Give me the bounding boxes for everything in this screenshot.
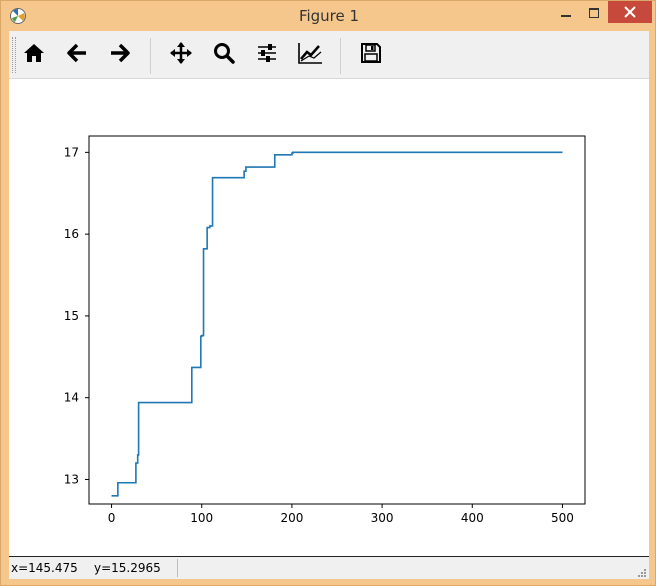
zoom-button[interactable]	[208, 39, 240, 71]
arrow-right-icon	[108, 41, 132, 69]
y-tick-label: 14	[64, 391, 79, 405]
line-chart-icon	[297, 41, 323, 69]
figure-client-area: 0 100 200 300 400 500 13 14 15 16 17 x=145.475 y=1…	[9, 31, 649, 579]
magnifier-icon	[212, 41, 236, 69]
home-icon	[22, 41, 46, 69]
configure-subplots-button[interactable]	[251, 39, 283, 71]
y-tick-label: 17	[64, 145, 79, 159]
forward-button[interactable]	[104, 39, 136, 71]
maximize-icon	[589, 3, 599, 22]
y-tick-label: 15	[64, 309, 79, 323]
y-tick-label: 13	[64, 472, 79, 486]
y-tick-label: 16	[64, 227, 79, 241]
save-button[interactable]	[355, 39, 387, 71]
status-divider	[177, 559, 178, 577]
line-chart[interactable]: 0 100 200 300 400 500 13 14 15 16 17	[9, 79, 649, 556]
x-tick-label: 400	[461, 511, 484, 525]
toolbar-grip[interactable]	[12, 37, 16, 73]
close-icon	[624, 3, 636, 22]
minimize-button[interactable]	[553, 1, 579, 23]
x-tick-label: 300	[371, 511, 394, 525]
x-tick-label: 500	[551, 511, 574, 525]
toolbar-separator	[340, 38, 341, 74]
edit-axis-button[interactable]	[294, 39, 326, 71]
series-line	[111, 151, 563, 497]
x-tick-label: 0	[108, 511, 116, 525]
cursor-x-readout: x=145.475	[11, 561, 78, 575]
arrow-left-icon	[65, 41, 89, 69]
figure-window: Figure 1 0 100 200 300 400 500 13 14 15 …	[0, 0, 656, 586]
figure-canvas[interactable]: 0 100 200 300 400 500 13 14 15 16 17	[9, 79, 649, 556]
toolbar-separator	[150, 38, 151, 74]
maximize-button[interactable]	[581, 1, 607, 23]
navigation-toolbar	[9, 31, 649, 79]
move-icon	[169, 41, 193, 69]
home-button[interactable]	[18, 39, 50, 71]
title-bar[interactable]: Figure 1	[1, 1, 656, 31]
plot-frame	[88, 135, 586, 505]
minimize-icon	[561, 3, 571, 22]
x-tick-label: 200	[280, 511, 303, 525]
pan-button[interactable]	[165, 39, 197, 71]
x-tick-label: 100	[190, 511, 213, 525]
cursor-y-readout: y=15.2965	[94, 561, 161, 575]
close-button[interactable]	[608, 1, 652, 23]
resize-grip-icon[interactable]	[637, 567, 647, 577]
back-button[interactable]	[61, 39, 93, 71]
status-bar: x=145.475 y=15.2965	[9, 556, 649, 579]
floppy-disk-icon	[359, 41, 383, 69]
sliders-icon	[255, 41, 279, 69]
